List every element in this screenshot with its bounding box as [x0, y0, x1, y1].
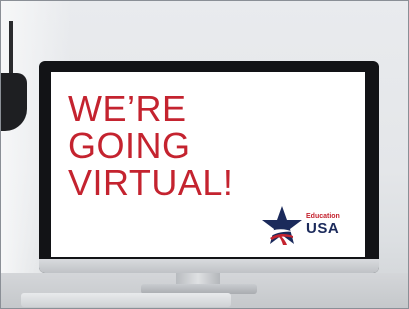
- image-frame: WE’RE GOING VIRTUAL! Education USA: [0, 0, 409, 309]
- headline-line-2: GOING: [68, 125, 191, 166]
- education-usa-logo: Education USA: [260, 204, 360, 246]
- star-icon: [262, 206, 302, 245]
- logo-big-text: USA: [306, 220, 340, 237]
- lamp-arm: [9, 21, 13, 81]
- office-background: WE’RE GOING VIRTUAL! Education USA: [1, 1, 408, 308]
- keyboard: [21, 293, 231, 307]
- monitor-chin: [39, 259, 379, 273]
- headline-line-1: WE’RE: [68, 88, 187, 129]
- monitor-screen: WE’RE GOING VIRTUAL! Education USA: [51, 72, 365, 257]
- headline-line-3: VIRTUAL!: [68, 162, 234, 203]
- headline: WE’RE GOING VIRTUAL!: [68, 90, 233, 201]
- logo-small-text: Education: [306, 213, 340, 220]
